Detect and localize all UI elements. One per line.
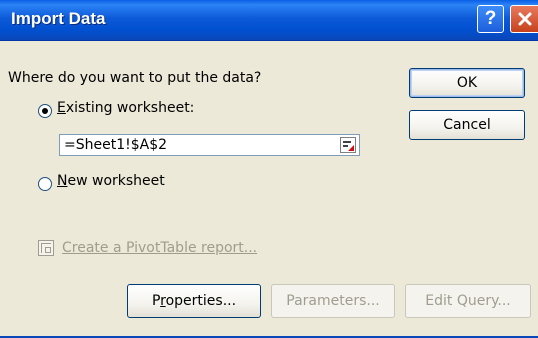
new-worksheet-label-rest: ew worksheet (67, 173, 165, 189)
edit-query-button: Edit Query... (405, 284, 531, 318)
new-worksheet-label[interactable]: New worksheet (57, 173, 165, 189)
new-worksheet-radio[interactable] (38, 177, 52, 191)
radio-selected-dot (42, 108, 48, 114)
properties-button-rest: operties... (165, 293, 237, 309)
existing-worksheet-radio[interactable] (38, 104, 52, 118)
help-button[interactable]: ? (477, 5, 504, 33)
ok-button[interactable]: OK (409, 68, 525, 98)
existing-worksheet-label[interactable]: Existing worksheet: (57, 100, 194, 116)
question-label: Where do you want to put the data? (8, 70, 262, 86)
properties-button[interactable]: Properties... (127, 284, 261, 318)
close-icon (518, 12, 531, 26)
title-bar[interactable]: Import Data ? (0, 0, 538, 41)
cancel-button[interactable]: Cancel (409, 110, 525, 140)
collapse-dialog-icon[interactable] (340, 137, 356, 153)
close-button[interactable] (510, 5, 538, 33)
create-pivottable-link: Create a PivotTable report... (62, 240, 258, 256)
existing-worksheet-label-rest: xisting worksheet: (65, 100, 195, 116)
pivot-table-icon (38, 240, 54, 256)
parameters-button: Parameters... (271, 284, 395, 318)
worksheet-reference-input[interactable]: =Sheet1!$A$2 (59, 134, 360, 156)
window-title: Import Data (11, 9, 106, 28)
help-icon: ? (484, 8, 497, 29)
worksheet-reference-value: =Sheet1!$A$2 (64, 137, 168, 153)
